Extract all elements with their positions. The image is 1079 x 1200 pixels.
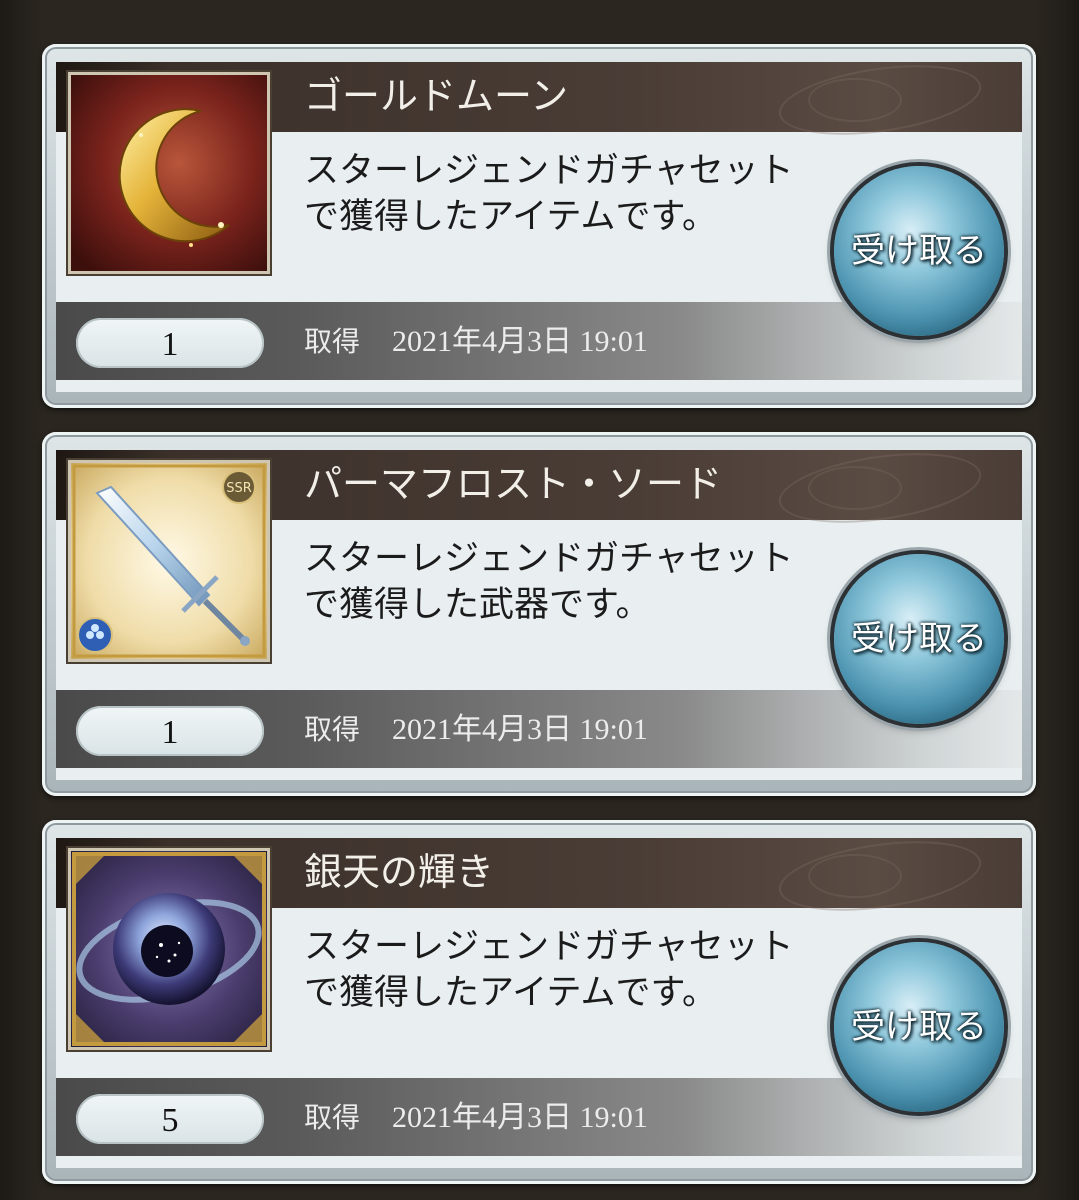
item-description: スターレジェンドガチャセットで獲得した武器です。 (304, 539, 794, 625)
present-card: パーマフロスト・ソード SSR スターレジェンドガチャセットで獲得した武器です。… (42, 432, 1036, 796)
acquired-info: 取得 2021年4月3日 19:01 (304, 320, 648, 364)
svg-text:SSR: SSR (226, 481, 252, 496)
present-card-body: 銀天の輝き スターレジェンドガチャセットで獲得したアイテムです。 5 取得 20… (56, 838, 1022, 1168)
present-card-body: ゴールドムーン スターレジェンドガチャセットで獲得したアイテムです。 1 取得 … (56, 62, 1022, 392)
item-name: パーマフロスト・ソード (304, 462, 723, 506)
item-description: スターレジェンドガチャセットで獲得したアイテムです。 (304, 927, 794, 1013)
acquired-date: 2021年4月3日 19:01 (392, 713, 648, 746)
present-card: 銀天の輝き スターレジェンドガチャセットで獲得したアイテムです。 5 取得 20… (42, 820, 1036, 1184)
quantity-badge: 5 (76, 1094, 264, 1144)
quantity-badge: 1 (76, 706, 264, 756)
present-card: ゴールドムーン スターレジェンドガチャセットで獲得したアイテムです。 1 取得 … (42, 44, 1036, 408)
acquired-info: 取得 2021年4月3日 19:01 (304, 1096, 648, 1140)
receive-button[interactable]: 受け取る (834, 942, 1004, 1112)
receive-button-label: 受け取る (851, 619, 987, 659)
permafrost-sword-icon: SSR (68, 460, 270, 662)
acquired-label: 取得 (304, 1101, 361, 1134)
item-description: スターレジェンドガチャセットで獲得したアイテムです。 (304, 151, 794, 237)
ornament (808, 466, 902, 510)
acquired-info: 取得 2021年4月3日 19:01 (304, 708, 648, 752)
silver-sky-orb-icon (68, 848, 270, 1050)
receive-button-label: 受け取る (851, 231, 987, 271)
item-name: ゴールドムーン (304, 74, 569, 118)
receive-button-label: 受け取る (851, 1007, 987, 1047)
quantity-badge: 1 (76, 318, 264, 368)
receive-button[interactable]: 受け取る (834, 166, 1004, 336)
item-name: 銀天の輝き (304, 850, 495, 894)
gold-moon-icon (68, 72, 270, 274)
ornament (808, 78, 902, 122)
acquired-label: 取得 (304, 713, 361, 746)
acquired-date: 2021年4月3日 19:01 (392, 325, 648, 358)
acquired-date: 2021年4月3日 19:01 (392, 1101, 648, 1134)
present-card-body: パーマフロスト・ソード SSR スターレジェンドガチャセットで獲得した武器です。… (56, 450, 1022, 780)
acquired-label: 取得 (304, 325, 361, 358)
ornament (808, 854, 902, 898)
receive-button[interactable]: 受け取る (834, 554, 1004, 724)
